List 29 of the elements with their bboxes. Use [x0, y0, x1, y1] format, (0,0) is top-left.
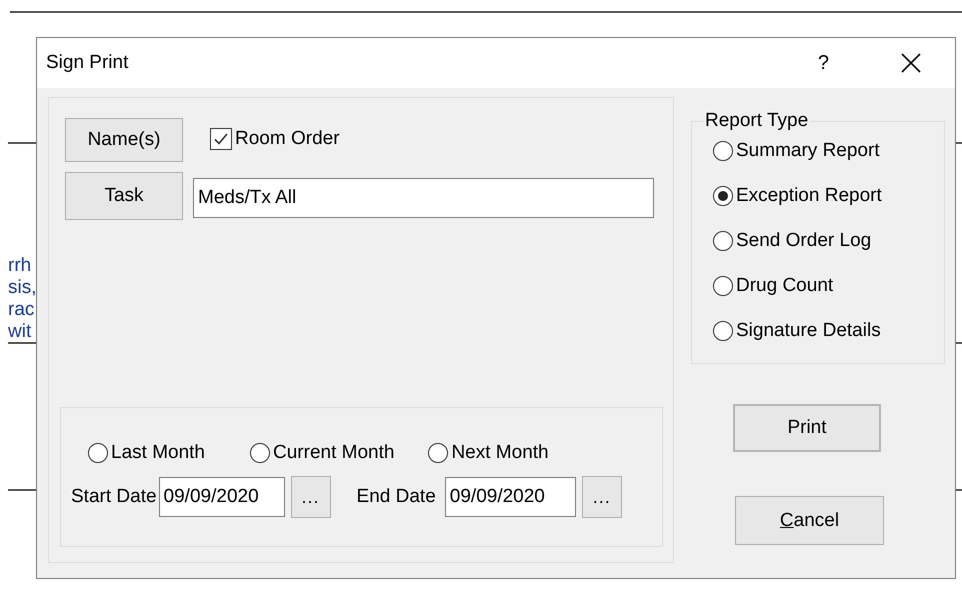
radio-label: Current Month [273, 442, 394, 464]
checkbox-label: Room Order [235, 128, 340, 150]
browse-button[interactable]: ... [582, 476, 622, 518]
date-field[interactable]: 09/09/2020 [444, 477, 576, 517]
radio-button[interactable]: Last Month [88, 442, 205, 464]
background-text: wit [8, 321, 32, 343]
date-label: Start Date [71, 486, 157, 508]
task-field[interactable]: Meds/Tx All [193, 178, 654, 218]
names-button[interactable]: Name(s) [65, 118, 183, 162]
checkbox[interactable]: Room Order [210, 128, 340, 150]
radio-label: Drug Count [736, 275, 834, 297]
radio-button[interactable]: Drug Count [713, 275, 834, 297]
radio-button[interactable]: Next Month [428, 442, 549, 464]
window-title: Sign Print [46, 52, 128, 74]
cancel-button[interactable]: Cancel [735, 496, 884, 545]
print-button[interactable]: Print [733, 404, 881, 452]
group-title: Report Type [704, 110, 810, 132]
radio-button[interactable]: Current Month [250, 442, 394, 464]
browse-button[interactable]: ... [290, 476, 331, 518]
help-button[interactable]: ? [818, 52, 829, 74]
close-icon[interactable] [901, 53, 921, 73]
task-button[interactable]: Task [65, 172, 183, 220]
background-text: rrh [8, 255, 32, 277]
background-text: rac [8, 299, 36, 321]
radio-label: Last Month [111, 442, 205, 464]
radio-label: Next Month [451, 442, 549, 464]
date-field[interactable]: 09/09/2020 [158, 477, 285, 517]
background-text: sis, [8, 277, 36, 299]
date-label: End Date [356, 486, 436, 508]
